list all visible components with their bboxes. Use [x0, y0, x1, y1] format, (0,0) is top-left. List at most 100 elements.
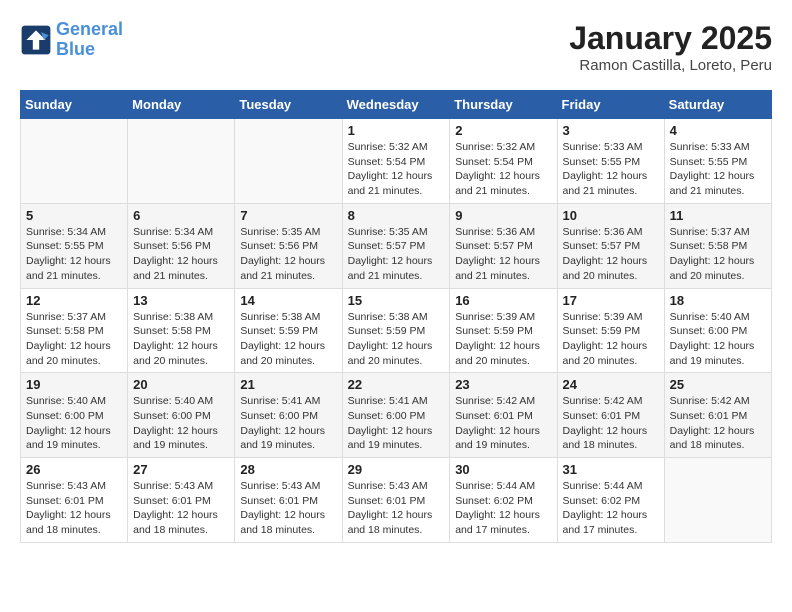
logo-icon [20, 24, 52, 56]
day-number: 2 [455, 123, 551, 138]
title-block: January 2025 Ramon Castilla, Loreto, Per… [569, 20, 772, 74]
day-number: 15 [348, 293, 445, 308]
day-number: 28 [240, 462, 336, 477]
day-number: 3 [563, 123, 659, 138]
calendar-cell: 1 Sunrise: 5:32 AM Sunset: 5:54 PM Daylig… [342, 119, 450, 204]
day-number: 6 [133, 208, 229, 223]
weekday-header-sunday: Sunday [21, 91, 128, 119]
page-header: General Blue January 2025 Ramon Castilla… [20, 20, 772, 74]
day-info: Sunrise: 5:43 AM Sunset: 6:01 PM Dayligh… [348, 479, 445, 538]
day-number: 24 [563, 377, 659, 392]
day-number: 31 [563, 462, 659, 477]
calendar-cell: 23Sunrise: 5:42 AM Sunset: 6:01 PM Dayli… [450, 373, 557, 458]
day-info: Sunrise: 5:38 AM Sunset: 5:58 PM Dayligh… [133, 310, 229, 369]
calendar-cell: 24 Sunrise: 5:42 AM Sunset: 6:01 PM Dayli… [557, 373, 664, 458]
day-info: Sunrise: 5:42 AM Sunset: 6:01 PM Dayligh… [563, 394, 659, 453]
day-info: Sunrise: 5:40 AM Sunset: 6:00 PM Dayligh… [670, 310, 766, 369]
calendar-cell [128, 119, 235, 204]
calendar-cell: 22 Sunrise: 5:41 AM Sunset: 6:00 PM Dayli… [342, 373, 450, 458]
day-info: Sunrise: 5:41 AM Sunset: 6:00 PM Dayligh… [348, 394, 445, 453]
day-number: 8 [348, 208, 445, 223]
calendar-cell: 30 Sunrise: 5:44 AM Sunset: 6:02 PM Dayli… [450, 458, 557, 543]
calendar-cell: 12 Sunrise: 5:37 AM Sunset: 5:58 PM Dayli… [21, 288, 128, 373]
day-number: 12 [26, 293, 122, 308]
day-info: Sunrise: 5:36 AM Sunset: 5:57 PM Dayligh… [455, 225, 551, 284]
day-number: 19 [26, 377, 122, 392]
weekday-header-wednesday: Wednesday [342, 91, 450, 119]
day-info: Sunrise: 5:33 AM Sunset: 5:55 PM Dayligh… [563, 140, 659, 199]
calendar-cell: 31 Sunrise: 5:44 AM Sunset: 6:02 PM Dayli… [557, 458, 664, 543]
calendar-cell: 11Sunrise: 5:37 AM Sunset: 5:58 PM Dayli… [664, 203, 771, 288]
weekday-header-monday: Monday [128, 91, 235, 119]
day-info: Sunrise: 5:37 AM Sunset: 5:58 PM Dayligh… [26, 310, 122, 369]
calendar-cell: 17 Sunrise: 5:39 AM Sunset: 5:59 PM Dayli… [557, 288, 664, 373]
calendar-cell: 29 Sunrise: 5:43 AM Sunset: 6:01 PM Dayli… [342, 458, 450, 543]
day-info: Sunrise: 5:32 AM Sunset: 5:54 PM Dayligh… [348, 140, 445, 199]
day-info: Sunrise: 5:38 AM Sunset: 5:59 PM Dayligh… [348, 310, 445, 369]
calendar-cell: 14 Sunrise: 5:38 AM Sunset: 5:59 PM Dayli… [235, 288, 342, 373]
day-info: Sunrise: 5:34 AM Sunset: 5:55 PM Dayligh… [26, 225, 122, 284]
calendar-week-row: 19 Sunrise: 5:40 AM Sunset: 6:00 PM Dayli… [21, 373, 772, 458]
calendar-cell: 5Sunrise: 5:34 AM Sunset: 5:55 PM Daylig… [21, 203, 128, 288]
day-info: Sunrise: 5:44 AM Sunset: 6:02 PM Dayligh… [455, 479, 551, 538]
weekday-header-tuesday: Tuesday [235, 91, 342, 119]
day-number: 30 [455, 462, 551, 477]
day-info: Sunrise: 5:41 AM Sunset: 6:00 PM Dayligh… [240, 394, 336, 453]
day-number: 22 [348, 377, 445, 392]
day-number: 7 [240, 208, 336, 223]
calendar-week-row: 12 Sunrise: 5:37 AM Sunset: 5:58 PM Dayli… [21, 288, 772, 373]
day-info: Sunrise: 5:35 AM Sunset: 5:57 PM Dayligh… [348, 225, 445, 284]
day-number: 29 [348, 462, 445, 477]
calendar-cell: 13 Sunrise: 5:38 AM Sunset: 5:58 PM Dayli… [128, 288, 235, 373]
day-number: 11 [670, 208, 766, 223]
day-number: 14 [240, 293, 336, 308]
calendar-cell: 4Sunrise: 5:33 AM Sunset: 5:55 PM Daylig… [664, 119, 771, 204]
calendar-subtitle: Ramon Castilla, Loreto, Peru [569, 57, 772, 74]
day-number: 1 [348, 123, 445, 138]
day-number: 21 [240, 377, 336, 392]
calendar-cell [21, 119, 128, 204]
day-info: Sunrise: 5:43 AM Sunset: 6:01 PM Dayligh… [133, 479, 229, 538]
weekday-header-friday: Friday [557, 91, 664, 119]
logo-text: General Blue [56, 20, 123, 60]
day-info: Sunrise: 5:43 AM Sunset: 6:01 PM Dayligh… [26, 479, 122, 538]
calendar-cell: 27Sunrise: 5:43 AM Sunset: 6:01 PM Dayli… [128, 458, 235, 543]
calendar-cell: 25 Sunrise: 5:42 AM Sunset: 6:01 PM Dayli… [664, 373, 771, 458]
day-info: Sunrise: 5:39 AM Sunset: 5:59 PM Dayligh… [563, 310, 659, 369]
calendar-cell: 28 Sunrise: 5:43 AM Sunset: 6:01 PM Dayli… [235, 458, 342, 543]
day-number: 4 [670, 123, 766, 138]
weekday-header-row: SundayMondayTuesdayWednesdayThursdayFrid… [21, 91, 772, 119]
day-info: Sunrise: 5:35 AM Sunset: 5:56 PM Dayligh… [240, 225, 336, 284]
calendar-table: SundayMondayTuesdayWednesdayThursdayFrid… [20, 90, 772, 543]
calendar-cell: 7 Sunrise: 5:35 AM Sunset: 5:56 PM Daylig… [235, 203, 342, 288]
day-info: Sunrise: 5:34 AM Sunset: 5:56 PM Dayligh… [133, 225, 229, 284]
day-number: 9 [455, 208, 551, 223]
day-number: 16 [455, 293, 551, 308]
day-number: 17 [563, 293, 659, 308]
day-number: 13 [133, 293, 229, 308]
calendar-cell: 20Sunrise: 5:40 AM Sunset: 6:00 PM Dayli… [128, 373, 235, 458]
day-number: 10 [563, 208, 659, 223]
calendar-week-row: 1 Sunrise: 5:32 AM Sunset: 5:54 PM Daylig… [21, 119, 772, 204]
day-info: Sunrise: 5:38 AM Sunset: 5:59 PM Dayligh… [240, 310, 336, 369]
calendar-week-row: 5Sunrise: 5:34 AM Sunset: 5:55 PM Daylig… [21, 203, 772, 288]
calendar-cell [664, 458, 771, 543]
day-info: Sunrise: 5:40 AM Sunset: 6:00 PM Dayligh… [26, 394, 122, 453]
day-info: Sunrise: 5:36 AM Sunset: 5:57 PM Dayligh… [563, 225, 659, 284]
calendar-cell: 10 Sunrise: 5:36 AM Sunset: 5:57 PM Dayli… [557, 203, 664, 288]
weekday-header-saturday: Saturday [664, 91, 771, 119]
day-info: Sunrise: 5:44 AM Sunset: 6:02 PM Dayligh… [563, 479, 659, 538]
day-info: Sunrise: 5:43 AM Sunset: 6:01 PM Dayligh… [240, 479, 336, 538]
calendar-cell: 2Sunrise: 5:32 AM Sunset: 5:54 PM Daylig… [450, 119, 557, 204]
day-info: Sunrise: 5:39 AM Sunset: 5:59 PM Dayligh… [455, 310, 551, 369]
calendar-cell [235, 119, 342, 204]
calendar-cell: 21 Sunrise: 5:41 AM Sunset: 6:00 PM Dayli… [235, 373, 342, 458]
day-number: 25 [670, 377, 766, 392]
day-info: Sunrise: 5:42 AM Sunset: 6:01 PM Dayligh… [670, 394, 766, 453]
calendar-cell: 3 Sunrise: 5:33 AM Sunset: 5:55 PM Daylig… [557, 119, 664, 204]
day-number: 20 [133, 377, 229, 392]
calendar-title: January 2025 [569, 20, 772, 57]
calendar-week-row: 26Sunrise: 5:43 AM Sunset: 6:01 PM Dayli… [21, 458, 772, 543]
day-number: 23 [455, 377, 551, 392]
weekday-header-thursday: Thursday [450, 91, 557, 119]
